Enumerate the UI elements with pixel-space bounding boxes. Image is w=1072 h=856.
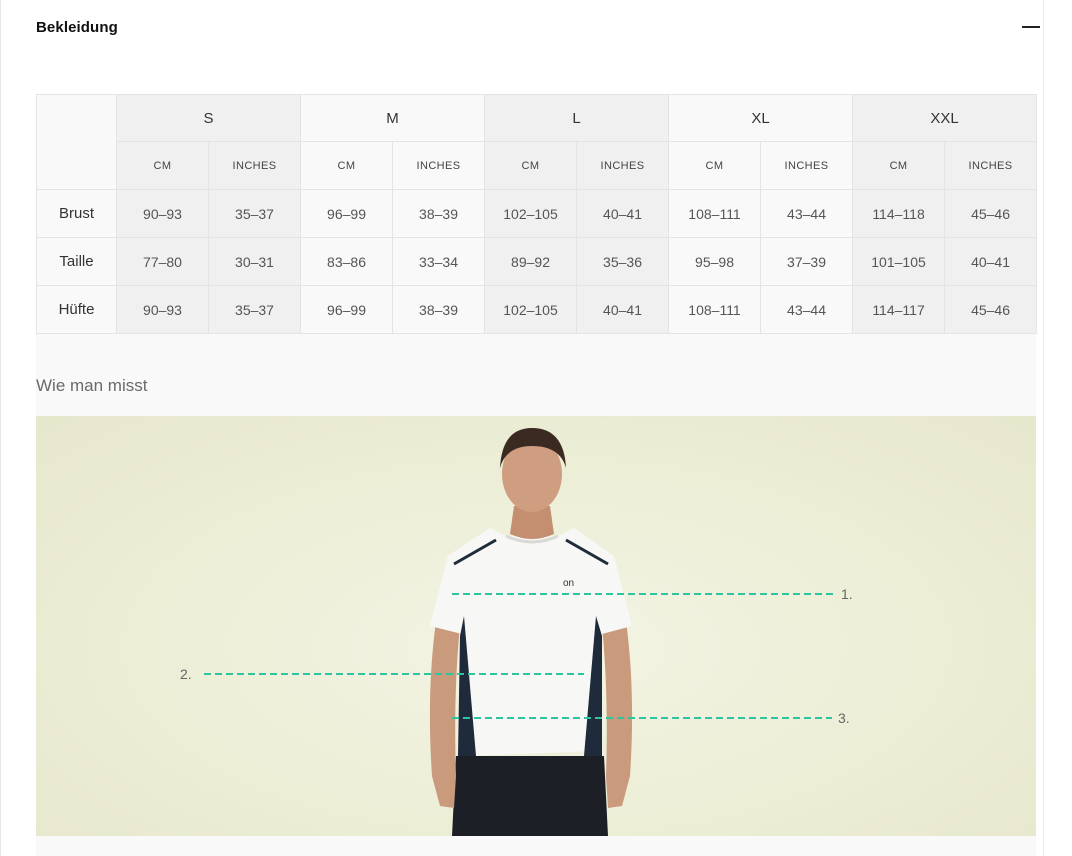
table-cell: 101–105 [852,237,946,286]
table-cell: 33–34 [392,237,486,286]
table-row-huefte: Hüfte 90–93 35–37 96–99 38–39 102–105 40… [36,285,1038,334]
table-cell: 40–41 [944,237,1038,286]
table-corner [36,94,117,142]
unit-header-cm: CM [484,141,578,190]
unit-header-inches: INCHES [760,141,854,190]
table-cell: 95–98 [668,237,762,286]
unit-header-cm: CM [852,141,946,190]
unit-header-inches: INCHES [207,141,302,190]
table-cell: 35–37 [207,285,302,334]
table-cell: 77–80 [116,237,209,286]
unit-header-row: CM INCHES CM INCHES CM INCHES CM INCHES … [36,141,1038,190]
collapse-minus-icon[interactable] [1022,26,1040,28]
size-header-row: S M L XL XXL [36,94,1038,142]
table-cell: 108–111 [668,189,762,238]
how-to-measure-title: Wie man misst [36,376,148,395]
measure-marker-2: 2. [180,666,192,682]
unit-header-inches: INCHES [944,141,1038,190]
unit-header-cm: CM [116,141,209,190]
frame-border-right [1043,0,1044,856]
size-header-m: M [300,94,486,142]
table-cell: 45–46 [944,189,1038,238]
table-cell: 37–39 [760,237,854,286]
table-cell: 83–86 [300,237,394,286]
unit-header-cm: CM [668,141,762,190]
table-cell: 89–92 [484,237,578,286]
accordion-title: Bekleidung [36,18,118,36]
table-cell: 38–39 [392,189,486,238]
unit-header-cm: CM [300,141,394,190]
table-cell: 108–111 [668,285,762,334]
table-cell: 90–93 [116,189,209,238]
table-row-taille: Taille 77–80 30–31 83–86 33–34 89–92 35–… [36,237,1038,286]
row-label: Taille [36,237,117,286]
frame-border-left [0,0,1,856]
size-header-xl: XL [668,94,854,142]
table-cell: 96–99 [300,189,394,238]
table-cell: 45–46 [944,285,1038,334]
unit-header-inches: INCHES [392,141,486,190]
table-cell: 90–93 [116,285,209,334]
table-cell: 102–105 [484,189,578,238]
table-cell: 40–41 [576,189,670,238]
table-cell: 35–37 [207,189,302,238]
table-cell: 102–105 [484,285,578,334]
model-illustration: on [204,428,836,836]
size-header-s: S [115,94,302,142]
table-cell: 114–117 [852,285,946,334]
table-row-brust: Brust 90–93 35–37 96–99 38–39 102–105 40… [36,189,1038,238]
table-cell: 35–36 [576,237,670,286]
measure-marker-3: 3. [838,710,850,726]
measurement-figure: on 1. 2. 3. [36,416,1036,836]
table-cell: 40–41 [576,285,670,334]
table-cell: 96–99 [300,285,394,334]
accordion-header-bekleidung[interactable]: Bekleidung [36,0,1040,54]
svg-text:on: on [563,578,574,589]
unit-header-inches: INCHES [576,141,670,190]
measure-marker-1: 1. [841,586,853,602]
size-table: S M L XL XXL CM INCHES CM INCHES CM INCH… [36,94,1038,334]
row-label: Hüfte [36,285,117,334]
table-cell: 43–44 [760,189,854,238]
row-label: Brust [36,189,117,238]
table-corner [36,141,117,190]
table-cell: 43–44 [760,285,854,334]
size-header-l: L [484,94,670,142]
table-cell: 114–118 [852,189,946,238]
table-cell: 30–31 [207,237,302,286]
size-header-xxl: XXL [852,94,1038,142]
table-cell: 38–39 [392,285,486,334]
